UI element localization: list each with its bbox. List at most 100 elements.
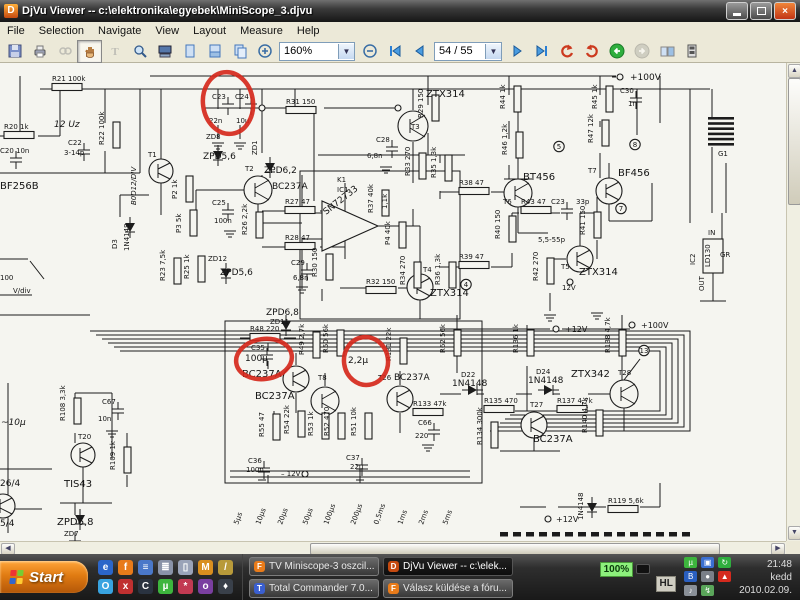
taskbar-task-djvu[interactable]: D DjVu Viewer -- c:\elek... — [383, 556, 513, 576]
menu-layout[interactable]: Layout — [186, 24, 233, 38]
menu-navigate[interactable]: Navigate — [91, 24, 148, 38]
taskbar-task-totalcmd[interactable]: T Total Commander 7.0... — [249, 578, 379, 598]
quicklaunch-browser-icon[interactable]: O — [98, 578, 113, 594]
quicklaunch-utorrent-icon[interactable]: µ — [158, 578, 173, 594]
tray-updater-icon[interactable]: ↻ — [718, 556, 732, 568]
window-title: DjVu Viewer -- c:\elektronika\egyebek\Mi… — [22, 5, 313, 17]
quicklaunch-internet-explorer-icon[interactable]: e — [98, 559, 113, 575]
scroll-up-icon[interactable]: ▲ — [788, 64, 800, 78]
svg-text:R21 100k: R21 100k — [52, 75, 86, 83]
horizontal-scrollbar[interactable]: ◀ ▶ — [0, 541, 786, 555]
toolbar-save-button[interactable] — [2, 40, 27, 63]
taskbar-task-firefox[interactable]: F TV Miniscope-3 oszcil... — [249, 556, 379, 576]
quicklaunch-dark-app-icon[interactable]: ♦ — [218, 578, 233, 594]
svg-text:C66: C66 — [418, 419, 432, 427]
quicklaunch-firefox-icon[interactable]: f — [118, 559, 133, 575]
toolbar-zoom-out-button[interactable] — [357, 40, 382, 63]
page-value: 54 / 55 — [439, 45, 473, 57]
quicklaunch-flower-app-icon[interactable]: * — [178, 578, 193, 594]
zoom-combo[interactable]: 160% ▼ — [279, 41, 355, 61]
toolbar-page-single-button[interactable] — [177, 40, 202, 63]
toolbar-page-continuous-button[interactable] — [227, 40, 252, 63]
svg-text:1ms: 1ms — [396, 509, 409, 526]
tray-volume-icon[interactable]: ♪ — [684, 584, 698, 596]
toolbar-rotate-right-button[interactable] — [579, 40, 604, 63]
svg-text:100μ: 100μ — [245, 354, 268, 364]
document-canvas[interactable]: R21 100k R20 1k C20 10n 12 Uz C22 3-14p R22 10… — [0, 63, 786, 541]
toolbar-prev-page-button[interactable] — [407, 40, 432, 63]
rotate-left-icon — [560, 44, 573, 58]
quicklaunch-notes-icon[interactable]: ≣ — [158, 559, 173, 575]
toolbar: T 160% ▼ 54 / 55 ▼ — [0, 39, 800, 63]
language-indicator[interactable]: HL — [656, 576, 677, 592]
scroll-down-icon[interactable]: ▼ — [788, 526, 800, 540]
minimize-button[interactable] — [726, 2, 748, 20]
svg-text:T3: T3 — [410, 123, 420, 131]
svg-text:ZPD5,6: ZPD5,6 — [203, 152, 236, 162]
menu-selection[interactable]: Selection — [32, 24, 91, 38]
toolbar-print-button[interactable] — [27, 40, 52, 63]
title-bar[interactable]: D DjVu Viewer -- c:\elektronika\egyebek\… — [0, 0, 800, 22]
first-page-icon — [389, 45, 400, 57]
toolbar-rotate-left-button[interactable] — [554, 40, 579, 63]
svg-text:T6: T6 — [502, 198, 512, 206]
tray-utorrent-icon[interactable]: µ — [684, 556, 698, 568]
svg-text:T4: T4 — [422, 266, 432, 274]
svg-text:13: 13 — [640, 347, 649, 355]
find-icon — [58, 47, 72, 55]
svg-text:R29 150: R29 150 — [417, 89, 425, 118]
toolbar-page-facing-button[interactable] — [202, 40, 227, 63]
tray-network-icon[interactable]: ↯ — [701, 584, 715, 596]
taskbar-task-firefox[interactable]: F Válasz küldése a fóru... — [383, 578, 513, 598]
svg-text:5,5-55p: 5,5-55p — [538, 236, 566, 244]
svg-text:T: T — [111, 46, 119, 58]
toolbar-layout-sidebar-button[interactable] — [654, 40, 679, 63]
quicklaunch-crown-app-icon[interactable]: M — [198, 559, 213, 575]
svg-text:2ms: 2ms — [417, 509, 430, 526]
restore-button[interactable] — [750, 2, 772, 20]
toolbar-next-page-button[interactable] — [504, 40, 529, 63]
chevron-down-icon[interactable]: ▼ — [338, 43, 354, 59]
toolbar-thumbnails-button[interactable] — [679, 40, 704, 63]
svg-text:5μs: 5μs — [232, 511, 244, 526]
windows-flag-icon — [9, 570, 24, 584]
menu-help[interactable]: Help — [290, 24, 327, 38]
svg-text:1N4148: 1N4148 — [528, 376, 564, 386]
quicklaunch-orb-app-icon[interactable]: o — [198, 578, 213, 594]
quicklaunch-pen-app-icon[interactable]: / — [218, 559, 233, 575]
svg-text:R32 150: R32 150 — [366, 278, 395, 286]
toolbar-zoom-in-button[interactable] — [252, 40, 277, 63]
svg-text:B0D12/DIV: B0D12/DIV — [130, 166, 138, 205]
toolbar-last-page-button[interactable] — [529, 40, 554, 63]
menu-view[interactable]: View — [148, 24, 186, 38]
tray-avira-icon[interactable]: ▲ — [718, 570, 732, 582]
quicklaunch-red-app-icon[interactable]: x — [118, 578, 133, 594]
menu-file[interactable]: File — [0, 24, 32, 38]
quicklaunch-blue-app-icon[interactable]: ≡ — [138, 559, 153, 575]
toolbar-pan-tool-button[interactable] — [77, 39, 102, 63]
toolbar-stamp-tool-button[interactable] — [152, 40, 177, 63]
zoom-tool-icon — [133, 45, 147, 58]
svg-text:ZPD5,6: ZPD5,6 — [220, 268, 253, 278]
svg-text:C30: C30 — [620, 87, 634, 95]
tray-agent-icon[interactable]: ● — [701, 570, 715, 582]
toolbar-zoom-tool-button[interactable] — [127, 40, 152, 63]
svg-text:R39 47: R39 47 — [459, 253, 484, 261]
quicklaunch-pda-icon[interactable]: ▯ — [178, 559, 193, 575]
close-button[interactable]: × — [774, 2, 796, 20]
menu-measure[interactable]: Measure — [233, 24, 290, 38]
quicklaunch-c-app-icon[interactable]: C — [138, 578, 153, 594]
chevron-down-icon[interactable]: ▼ — [485, 43, 501, 59]
vertical-scroll-thumb[interactable] — [788, 78, 800, 205]
toolbar-first-page-button[interactable] — [382, 40, 407, 63]
svg-text:R33 270: R33 270 — [404, 147, 412, 176]
start-button[interactable]: Start — [0, 561, 88, 593]
vertical-scrollbar[interactable]: ▲ ▼ — [786, 63, 800, 554]
tray-bluetooth-icon[interactable]: B — [684, 570, 698, 582]
page-combo[interactable]: 54 / 55 ▼ — [434, 41, 502, 61]
tray-display-icon[interactable]: ▣ — [701, 556, 715, 568]
svg-text:12V: 12V — [562, 284, 576, 292]
toolbar-back-button[interactable] — [604, 40, 629, 63]
svg-text:R31 150: R31 150 — [286, 98, 315, 106]
svg-text:T8: T8 — [317, 374, 327, 382]
